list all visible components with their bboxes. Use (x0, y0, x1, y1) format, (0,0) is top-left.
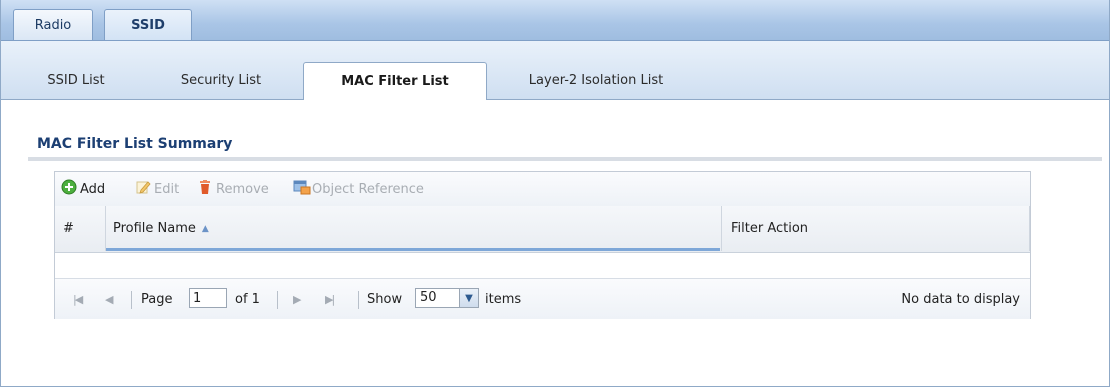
tab-radio-label: Radio (34, 17, 72, 33)
pager-divider (277, 291, 278, 309)
add-label: Add (80, 181, 106, 197)
tab-ssid[interactable]: SSID (104, 9, 192, 40)
page-number-input[interactable] (189, 288, 227, 308)
chevron-down-icon[interactable]: ▼ (459, 289, 478, 307)
add-button[interactable]: Add (61, 179, 106, 199)
remove-label: Remove (216, 181, 269, 197)
top-tab-strip: Radio SSID (1, 0, 1109, 41)
last-page-icon[interactable]: ▶| (325, 279, 335, 319)
page-size-select[interactable]: 50 ▼ (415, 288, 479, 308)
grid-pager: |◀ ◀ Page of 1 ▶ ▶| Show 50 ▼ items No (55, 278, 1030, 319)
page-label: Page (141, 291, 173, 307)
sub-tab-strip: SSID List Security List MAC Filter List … (1, 41, 1109, 100)
column-header-profile-name-label: Profile Name (113, 221, 196, 236)
pencil-icon (135, 179, 151, 199)
previous-page-icon[interactable]: ◀ (105, 279, 114, 319)
edit-button[interactable]: Edit (135, 180, 179, 198)
remove-button[interactable]: Remove (197, 180, 269, 198)
grid-header: # Profile Name ▲ Filter Action (55, 206, 1030, 253)
column-header-filter-action[interactable]: Filter Action (731, 206, 1021, 251)
column-divider (105, 206, 106, 251)
subtab-security-list[interactable]: Security List (161, 62, 281, 98)
trash-icon (197, 179, 213, 199)
plus-circle-icon (61, 179, 77, 199)
edit-label: Edit (154, 181, 180, 197)
page-size-value: 50 (420, 290, 437, 305)
object-reference-button[interactable]: Object Reference (293, 180, 424, 198)
subtab-layer2-isolation-list-label: Layer-2 Isolation List (528, 72, 664, 88)
grid-body-empty (55, 253, 1030, 278)
page-frame: Radio SSID SSID List Security List MAC F… (0, 0, 1110, 387)
subtab-layer2-isolation-list[interactable]: Layer-2 Isolation List (506, 62, 686, 98)
object-reference-label: Object Reference (312, 181, 424, 197)
first-page-icon[interactable]: |◀ (73, 279, 83, 319)
next-page-icon[interactable]: ▶ (293, 279, 302, 319)
section-title: MAC Filter List Summary (37, 136, 233, 152)
show-label: Show (367, 291, 403, 307)
subtab-security-list-label: Security List (180, 72, 262, 88)
subtab-ssid-list[interactable]: SSID List (31, 62, 121, 98)
subtab-mac-filter-list[interactable]: MAC Filter List (303, 62, 487, 100)
subtab-mac-filter-list-label: MAC Filter List (341, 74, 449, 89)
column-divider (1029, 206, 1030, 251)
subtab-ssid-list-label: SSID List (47, 72, 105, 88)
empty-status-text: No data to display (901, 291, 1020, 307)
pager-divider (131, 291, 132, 309)
column-header-profile-name[interactable]: Profile Name ▲ (113, 206, 713, 251)
tab-radio[interactable]: Radio (13, 9, 93, 40)
tab-ssid-label: SSID (131, 17, 165, 33)
mac-filter-grid: Add Edit Remove Object Reference # Profi… (54, 171, 1031, 319)
grid-toolbar: Add Edit Remove Object Reference (55, 172, 1030, 207)
column-divider (721, 206, 722, 251)
column-header-filter-action-label: Filter Action (731, 221, 809, 236)
object-reference-icon (293, 179, 311, 199)
pager-divider (358, 291, 359, 309)
sort-indicator-bar (106, 248, 720, 251)
section-divider (28, 157, 1102, 161)
items-label: items (485, 291, 522, 307)
page-count-label: of 1 (235, 291, 260, 307)
sort-ascending-icon: ▲ (201, 223, 209, 234)
column-header-index[interactable]: # (63, 206, 93, 251)
column-header-index-label: # (63, 221, 74, 236)
